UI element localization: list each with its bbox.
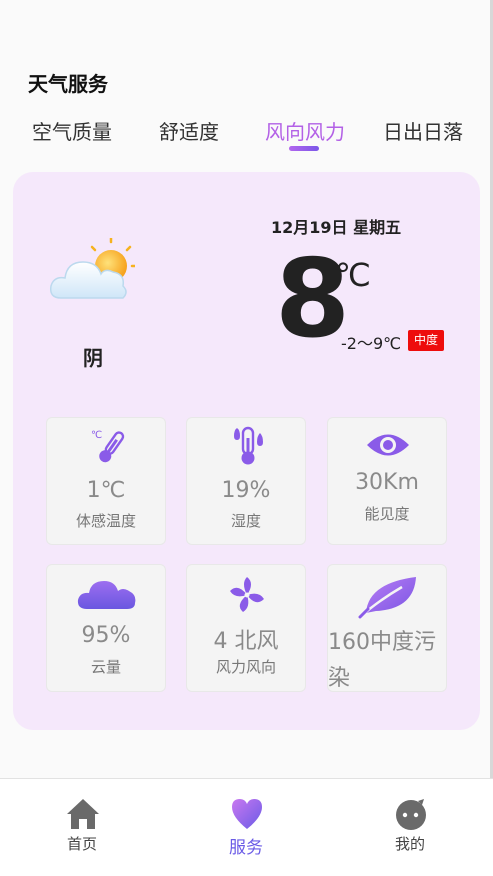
fan-icon (230, 577, 264, 612)
air-quality-badge: 中度 (408, 330, 445, 351)
detail-value: 4 北风 (213, 629, 279, 654)
page-title: 天气服务 (28, 72, 108, 96)
weather-condition: 阴 (83, 346, 103, 370)
detail-value: 95% (81, 623, 131, 648)
tab-sunrise-sunset[interactable]: 日出日落 (383, 116, 463, 145)
nav-label: 首页 (66, 835, 97, 853)
tab-active-indicator (289, 146, 319, 151)
detail-tile-cloud[interactable]: 95% 云量 (46, 564, 166, 692)
heart-icon (232, 799, 262, 829)
detail-tile-humidity[interactable]: 19% 湿度 (186, 417, 306, 545)
detail-tile-pollution[interactable]: 160中度污染 (327, 564, 447, 692)
humidity-icon (234, 426, 263, 465)
detail-label: 体感温度 (75, 512, 136, 530)
nav-home[interactable]: 首页 (22, 779, 142, 876)
weather-card: 阴 12月19日 星期五 8 ℃ -2〜9℃ 中度 ℃ 1℃ 体感温度 19% … (13, 172, 480, 730)
svg-text:℃: ℃ (91, 430, 102, 441)
detail-label: 风力风向 (215, 658, 276, 676)
detail-tile-feels-like[interactable]: ℃ 1℃ 体感温度 (46, 417, 166, 545)
nav-profile[interactable]: 我的 (350, 779, 470, 876)
temperature-range: -2〜9℃ (341, 334, 402, 353)
leaf-icon (358, 577, 416, 619)
detail-tile-visibility[interactable]: 30Km 能见度 (327, 417, 447, 545)
home-icon (67, 799, 99, 829)
detail-value: 160中度污染 (328, 630, 436, 691)
detail-value: 30Km (355, 470, 419, 495)
profile-face-icon (396, 799, 426, 830)
detail-label: 湿度 (230, 512, 261, 530)
date-label: 12月19日 星期五 (271, 218, 402, 237)
detail-label: 能见度 (364, 505, 410, 523)
nav-label: 服务 (229, 838, 263, 858)
tab-comfort[interactable]: 舒适度 (159, 116, 219, 145)
detail-tile-wind[interactable]: 4 北风 风力风向 (186, 564, 306, 692)
nav-services[interactable]: 服务 (186, 779, 306, 876)
nav-label: 我的 (394, 835, 425, 853)
detail-label: 云量 (90, 658, 121, 676)
tab-bar: 空气质量 舒适度 风向风力 日出日落 (0, 112, 490, 162)
cloud-icon (77, 581, 136, 609)
detail-value: 19% (221, 478, 271, 503)
tab-air-quality[interactable]: 空气质量 (32, 116, 112, 145)
tab-wind[interactable]: 风向风力 (265, 116, 345, 145)
thermometer-icon: ℃ (91, 430, 125, 463)
bottom-nav: 首页 服务 我的 (0, 778, 493, 876)
detail-value: 1℃ (86, 478, 126, 503)
cloud-sun-icon (49, 238, 135, 299)
temperature-unit: ℃ (335, 256, 371, 294)
eye-icon (367, 434, 409, 456)
